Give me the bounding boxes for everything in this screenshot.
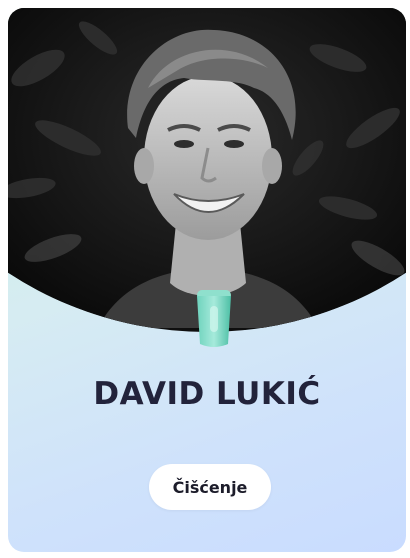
- profile-card[interactable]: DAVID LUKIĆ Čišćenje: [8, 8, 406, 552]
- profile-photo: [8, 8, 406, 328]
- role-tag-button[interactable]: Čišćenje: [149, 464, 271, 510]
- role-tag-label: Čišćenje: [172, 477, 248, 497]
- profile-name: DAVID LUKIĆ: [93, 376, 321, 412]
- cleaning-container-icon: [197, 290, 231, 347]
- profile-photo-frame: [8, 8, 406, 332]
